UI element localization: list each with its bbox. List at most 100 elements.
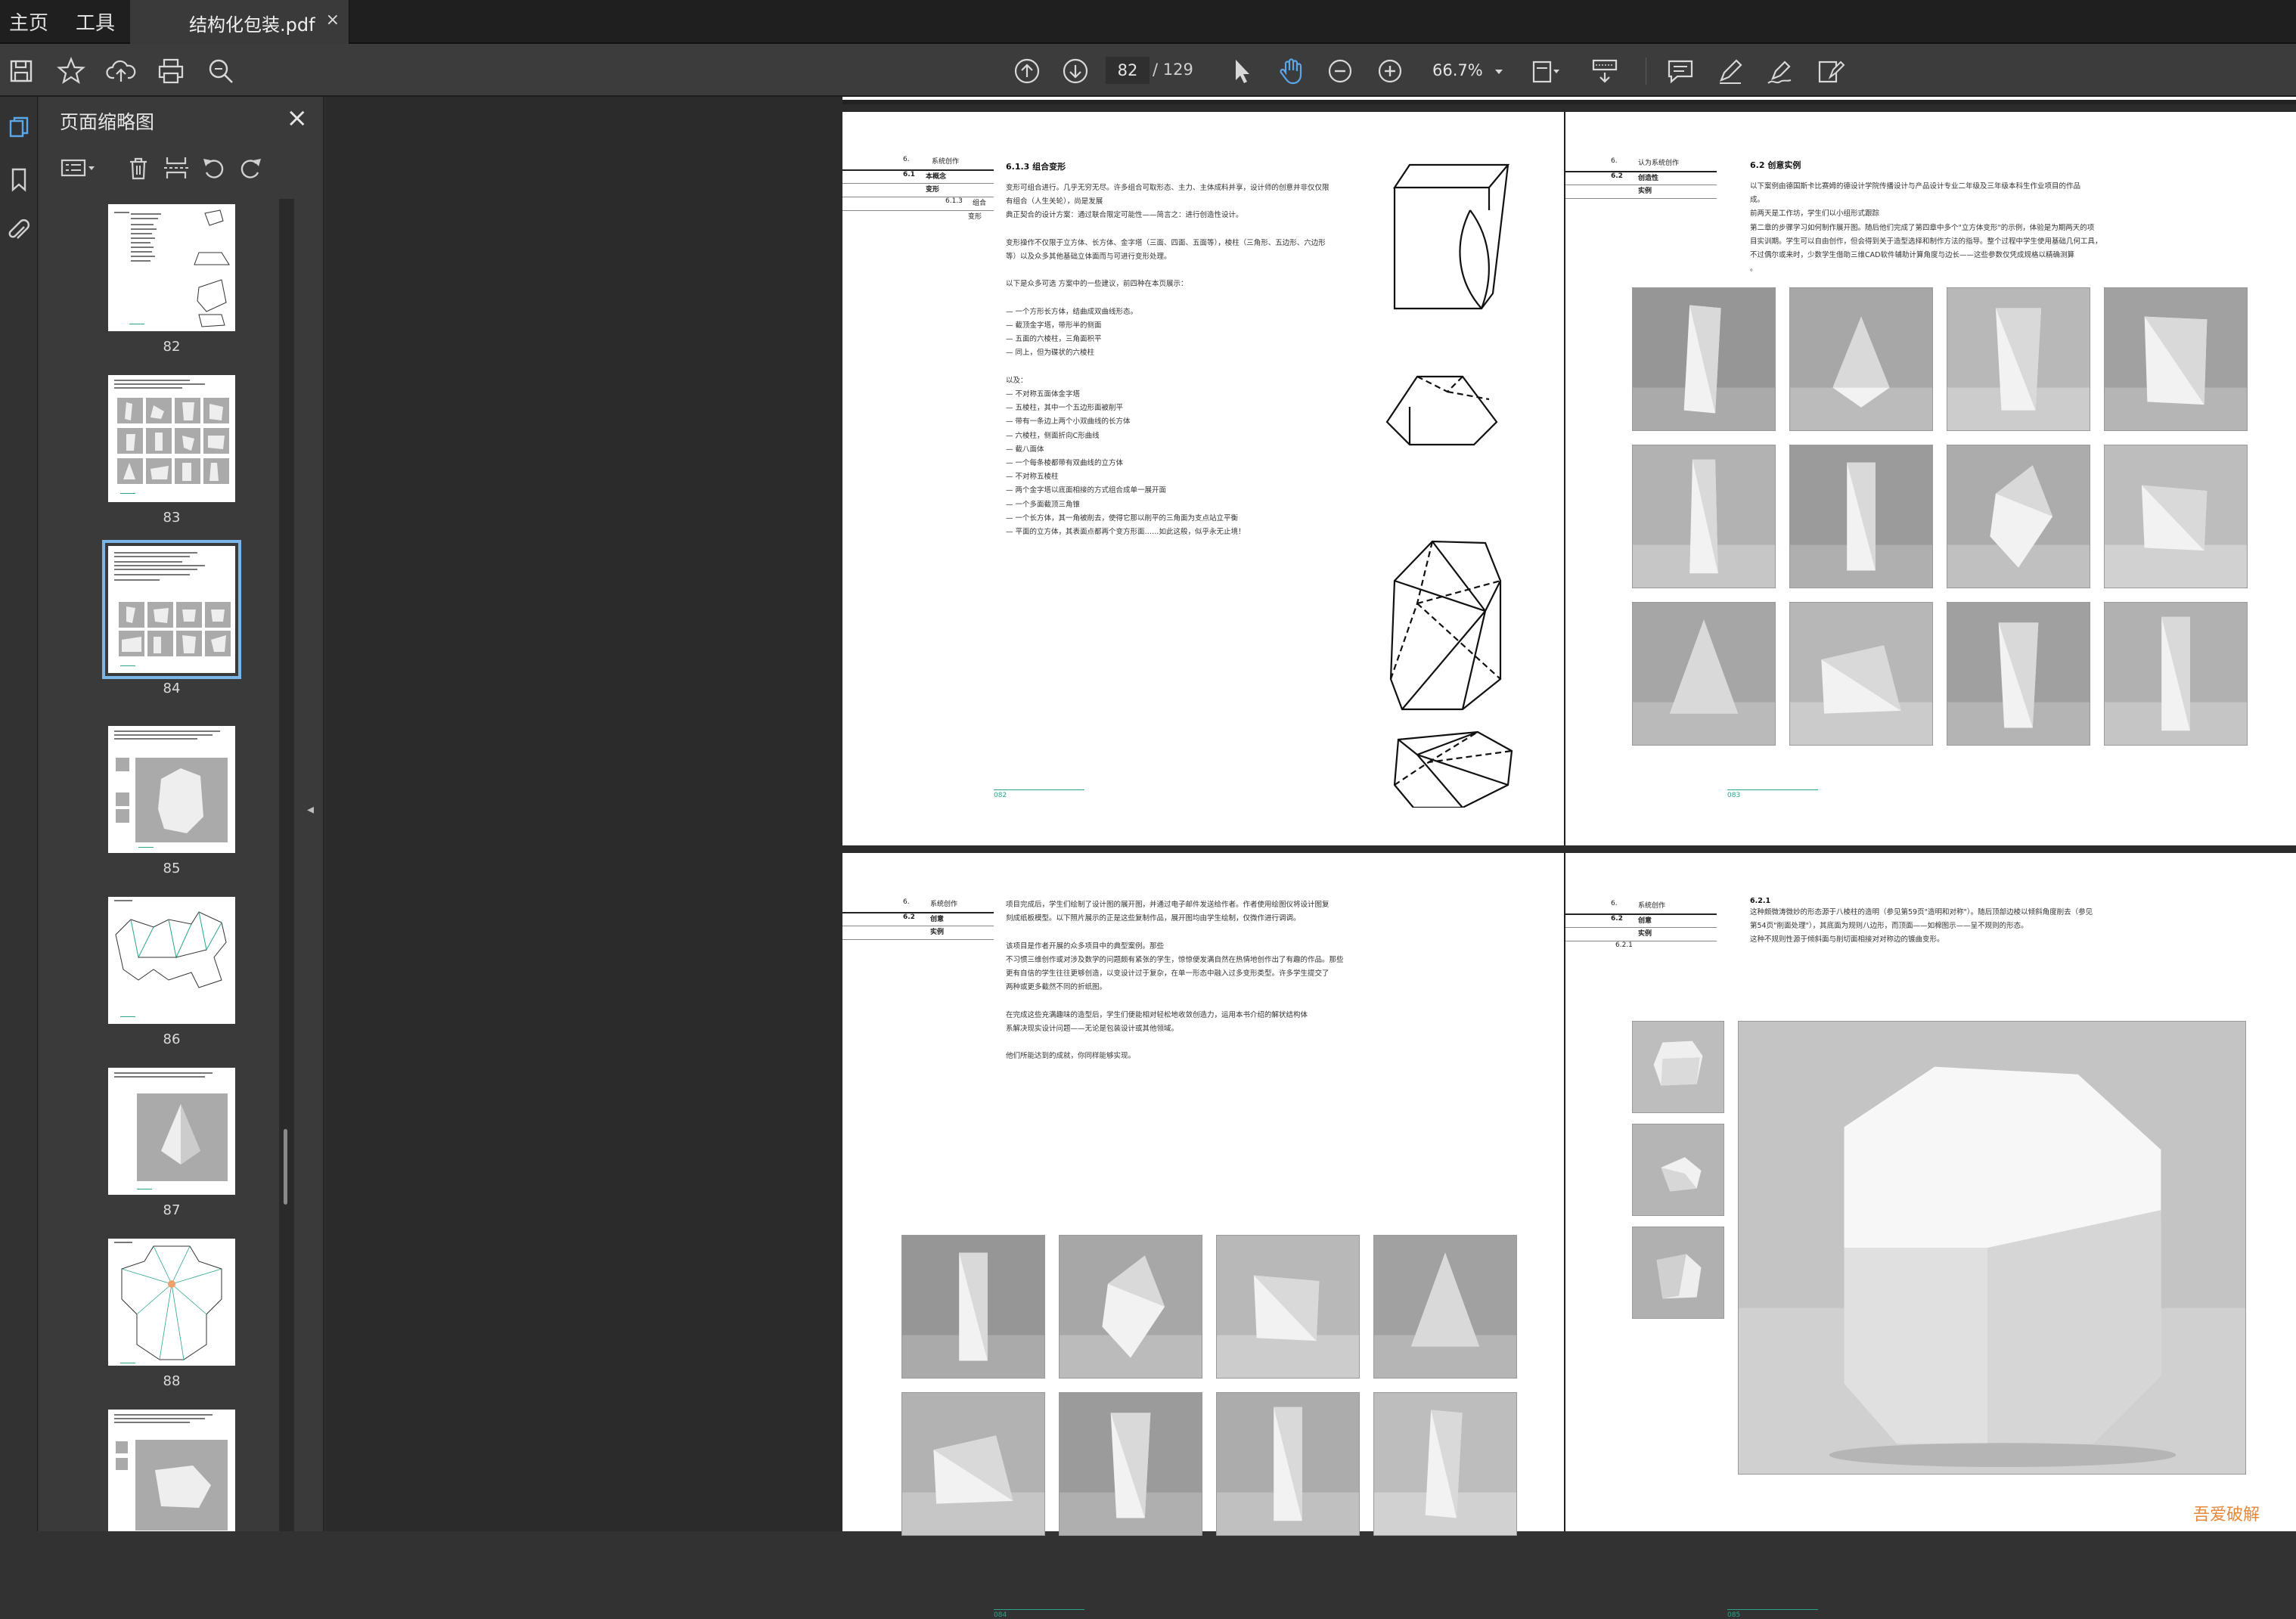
page-footer-number: 082: [994, 789, 1084, 799]
body-text-line: 项目完成后，学生们绘制了设计图的展开图，并通过电子邮件发送给作者。作者使用绘图仪…: [1006, 901, 1330, 909]
thumbnail-page[interactable]: [108, 1239, 235, 1366]
sidebar-number: 6.2: [1611, 172, 1623, 180]
extract-page-icon[interactable]: [161, 153, 191, 183]
geometric-line-drawings: [1385, 163, 1513, 808]
sidebar-number: 6.1.3: [945, 197, 963, 205]
sidebar-text: 实例: [1638, 930, 1652, 938]
thumbnail-page-number: 84: [163, 681, 181, 696]
bookmarks-icon[interactable]: [5, 165, 33, 194]
body-text-line: — 一个方形长方体，结曲成双曲线形态。: [1006, 307, 1138, 316]
large-photo: [1738, 1021, 2246, 1475]
left-navigation-rail: [0, 97, 38, 1531]
page-fit-icon[interactable]: [1528, 54, 1561, 88]
page-85-sidebar: 6. 系统创作 6.2 创意 实例 6.2.1: [1565, 900, 1717, 975]
sidebar-number: 6.2: [903, 913, 915, 921]
hand-tool-icon[interactable]: [1275, 54, 1308, 88]
document-viewport[interactable]: 6. 系统创作 6.1 本概念 变形 6.1.3 组合 变形 6.1.3 组合变形 变…: [325, 97, 2296, 1619]
thumbnail-page[interactable]: [108, 375, 235, 502]
body-text-line: 刻成纸板模型。以下照片展示的正是这些复制作品，展开图均由学生绘制，仅微作进行调调…: [1006, 914, 1301, 923]
page-82-sidebar: 6. 系统创作 6.1 本概念 变形 6.1.3 组合 变形: [842, 156, 994, 224]
sidebar-number: 6.: [903, 156, 910, 163]
comment-icon[interactable]: [1664, 54, 1697, 88]
body-text-line: 等）以及众多其他基础立体面而与可进行变形处理。: [1006, 253, 1171, 261]
page-thumbnails-icon[interactable]: [5, 113, 33, 142]
body-text-line: 以下案例由德国斯卡比赛姆的德设计学院传播设计与产品设计专业二年级及三年级本科生作…: [1750, 182, 2081, 191]
home-tab[interactable]: 主页: [9, 8, 48, 36]
thumbnail-page-number: 87: [163, 1202, 181, 1218]
photo-grid: [1632, 287, 2252, 749]
close-tab-icon[interactable]: ×: [326, 11, 340, 29]
page-footer-number: 084: [994, 1609, 1084, 1619]
body-text-line: — 五棱柱，其中一个五边形面被削平: [1006, 404, 1124, 413]
body-text-line: — 两个金字塔以底面相接的方式组合成单一展开面: [1006, 486, 1167, 495]
document-tab[interactable]: 结构化包装.pdf ×: [130, 0, 349, 44]
sculpture-photo: [901, 1235, 1045, 1379]
page-total: / 129: [1153, 60, 1193, 79]
page-83-sidebar: 6. 认为系统创作 6.2 创造性 实例: [1565, 157, 1717, 218]
body-text-line: — 截八面体: [1006, 445, 1044, 454]
tools-tab[interactable]: 工具: [76, 8, 115, 36]
scroll-mode-icon[interactable]: [1588, 54, 1621, 88]
body-text-line: 目实训期。学生可以自由创作，但会得到关于造型选择和制作方法的指导。整个过程中学生…: [1750, 237, 2102, 246]
bookmark-star-icon[interactable]: [54, 54, 88, 88]
body-text-line: 该项目是作者开展的众多项目中的典型案例。那些: [1006, 941, 1165, 951]
sculpture-photo: [1789, 287, 1933, 431]
delete-page-icon[interactable]: [123, 153, 154, 183]
next-page-icon[interactable]: [1059, 54, 1092, 88]
body-text-line: 有组合（人生关轮），尚是发展: [1006, 197, 1103, 206]
sidebar-number: 6.: [1611, 157, 1618, 165]
sidebar-number: 6.2: [1611, 915, 1623, 923]
thumbnail-page[interactable]: [102, 540, 241, 679]
thumbnail-page[interactable]: [108, 726, 235, 853]
attachments-paperclip-icon[interactable]: [5, 216, 33, 245]
close-panel-icon[interactable]: ×: [287, 103, 309, 133]
sidebar-text: 系统创作: [932, 158, 960, 166]
previous-page-edge: [842, 97, 2296, 104]
zoom-out-icon[interactable]: [1323, 54, 1357, 88]
site-watermark-logo: 吾爱破解: [2193, 1506, 2260, 1524]
section-heading: 6.2.1: [1750, 897, 1771, 905]
rotate-clockwise-icon[interactable]: [235, 153, 265, 183]
body-text-line: 更有自信的学生往往更够创造，以变设计过于复杂，在单一形态中融入过多变形类型。许多…: [1006, 969, 1330, 978]
page-number-input[interactable]: 82: [1106, 57, 1150, 84]
sidebar-number: 6.: [1611, 900, 1618, 907]
sign-icon[interactable]: [1764, 54, 1797, 88]
thumbnail-list[interactable]: 82 83 84 85 86 87 88: [46, 197, 300, 1531]
rotate-counterclockwise-icon[interactable]: [199, 153, 229, 183]
thumbnail-options-menu-icon[interactable]: [60, 153, 99, 183]
sculpture-photo: [1632, 287, 1776, 431]
thumbnail-page[interactable]: [108, 204, 235, 331]
body-text-line: — 一个多面截顶三角锥: [1006, 500, 1081, 509]
zoom-in-icon[interactable]: [1373, 54, 1407, 88]
zoom-dropdown-chevron-icon[interactable]: [1482, 54, 1516, 88]
search-zoom-icon[interactable]: [204, 54, 237, 88]
body-text-line: — 一个每条棱都带有双曲线的立方体: [1006, 459, 1124, 467]
thumbnail-page[interactable]: [108, 897, 235, 1024]
thumbnail-page[interactable]: [108, 1410, 235, 1531]
photo-grid: [901, 1235, 1522, 1537]
highlight-pen-icon[interactable]: [1714, 54, 1747, 88]
scrollbar-thumb[interactable]: [284, 1129, 287, 1205]
page-84-sidebar: 6. 系统创作 6.2 创意 实例: [842, 898, 994, 959]
sidebar-text: 变形: [968, 213, 982, 221]
sidebar-text: 创意: [930, 916, 945, 923]
section-heading: 6.1.3 组合变形: [1006, 162, 1066, 172]
cloud-upload-icon[interactable]: [104, 54, 138, 88]
previous-page-icon[interactable]: [1010, 54, 1044, 88]
body-text-line: 变形可组合进行。几乎无穷无尽。许多组合可取形态、主力、主体成料并享，设计师的创意…: [1006, 184, 1330, 192]
body-text-line: — 不对称五面体金字塔: [1006, 390, 1081, 399]
thumbnail-page[interactable]: [108, 1068, 235, 1195]
select-cursor-icon[interactable]: [1225, 54, 1258, 88]
body-text-line: 不习惯三维创作或对涉及数学的问题颇有紧张的学生，惊惊便发满自然在热情地创作出了有…: [1006, 955, 1344, 964]
save-icon[interactable]: [5, 54, 38, 88]
fill-sign-icon[interactable]: [1814, 54, 1847, 88]
panel-title: 页面缩略图: [60, 111, 155, 133]
collapse-panel-handle-icon[interactable]: ◂: [307, 802, 319, 824]
sidebar-text: 创意: [1638, 917, 1652, 925]
print-icon[interactable]: [154, 54, 188, 88]
thumbnail-scrollbar[interactable]: [279, 199, 294, 1531]
body-text-line: 以及：: [1006, 376, 1028, 385]
sculpture-photo: [1216, 1392, 1360, 1536]
sidebar-number: 6.: [903, 898, 910, 906]
sculpture-photo: [1789, 445, 1933, 588]
